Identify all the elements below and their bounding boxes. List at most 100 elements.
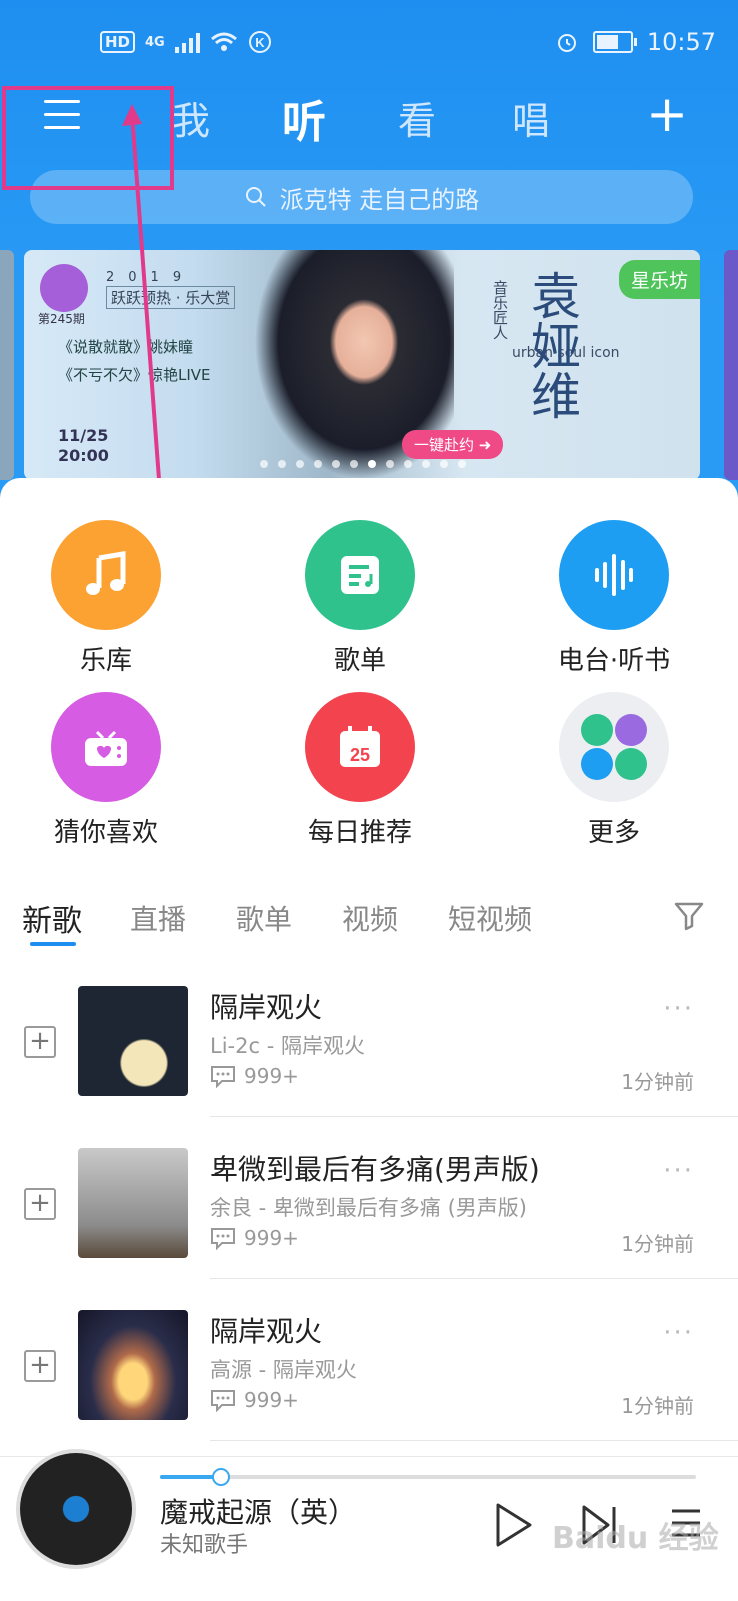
k-circle-icon: K bbox=[248, 31, 271, 53]
grid-label: 更多 bbox=[587, 818, 640, 848]
carousel-dot[interactable] bbox=[278, 460, 286, 468]
banner-cta-button[interactable]: 一键赴约 ➜ bbox=[402, 430, 504, 459]
comment-icon bbox=[211, 1066, 235, 1088]
progress-bar[interactable] bbox=[160, 1468, 696, 1486]
divider bbox=[210, 1116, 738, 1117]
song-artist: Li-2c - 隔岸观火 bbox=[210, 1034, 365, 1058]
grid-label: 歌单 bbox=[333, 646, 386, 676]
now-playing-title: 魔戒起源（英） bbox=[160, 1496, 357, 1529]
grid-daily-recommend[interactable]: 25 每日推荐 bbox=[260, 692, 460, 849]
grid-radio-audiobook[interactable]: 电台·听书 bbox=[514, 520, 714, 677]
comment-count-text: 999+ bbox=[244, 1388, 299, 1412]
more-options-icon[interactable]: ··· bbox=[663, 994, 694, 1024]
song-time: 1分钟前 bbox=[621, 1394, 694, 1418]
song-artist: 高源 - 隔岸观火 bbox=[210, 1358, 357, 1382]
song-time: 1分钟前 bbox=[621, 1232, 694, 1256]
carousel-dot[interactable] bbox=[440, 460, 448, 468]
banner-date-day: 11/25 bbox=[58, 426, 109, 445]
more-options-icon[interactable]: ··· bbox=[663, 1156, 694, 1186]
comment-count[interactable]: 999+ bbox=[210, 1064, 299, 1088]
song-title: 隔岸观火 bbox=[210, 1315, 323, 1348]
tab-sing[interactable]: 唱 bbox=[512, 90, 550, 145]
add-button[interactable]: + bbox=[24, 1350, 56, 1382]
network-label: 4G bbox=[145, 34, 165, 50]
grid-playlist[interactable]: 歌单 bbox=[260, 520, 460, 677]
banner-prev-peek[interactable] bbox=[0, 250, 14, 480]
tab-listen[interactable]: 听 bbox=[282, 86, 326, 150]
carousel-dot[interactable] bbox=[332, 460, 340, 468]
album-cover bbox=[78, 1310, 188, 1420]
carousel-dot[interactable] bbox=[422, 460, 430, 468]
album-cover bbox=[78, 1148, 188, 1258]
annotation-arrow bbox=[122, 104, 164, 521]
carousel-dot[interactable] bbox=[296, 460, 304, 468]
search-placeholder: 派克特 走自己的路 bbox=[279, 185, 480, 214]
mini-player[interactable]: 魔戒起源（英） 未知歌手 Baidu 经验 bbox=[0, 1453, 738, 1601]
carousel-dot[interactable] bbox=[404, 460, 412, 468]
now-playing-artist: 未知歌手 bbox=[160, 1533, 249, 1558]
status-bar: HD 4G K 10:57 bbox=[0, 26, 738, 66]
clock: 10:57 bbox=[646, 28, 716, 56]
tab-playlists[interactable]: 歌单 bbox=[236, 898, 292, 938]
carousel-dot[interactable] bbox=[260, 460, 268, 468]
carousel-dot[interactable] bbox=[458, 460, 466, 468]
tab-new-songs[interactable]: 新歌 bbox=[22, 896, 82, 940]
play-icon[interactable] bbox=[494, 1501, 534, 1549]
filter-icon[interactable] bbox=[672, 898, 706, 932]
add-button[interactable]: + bbox=[24, 1026, 56, 1058]
list-item[interactable]: + 隔岸观火 高源 - 隔岸观火 999+ ··· 1分钟前 bbox=[0, 1310, 738, 1450]
comment-icon bbox=[211, 1228, 235, 1250]
carousel-dot[interactable] bbox=[386, 460, 394, 468]
progress-knob[interactable] bbox=[212, 1468, 230, 1486]
album-disc[interactable] bbox=[20, 1453, 132, 1565]
comment-count[interactable]: 999+ bbox=[210, 1388, 299, 1412]
playlist-icon bbox=[305, 520, 415, 630]
grid-music-library[interactable]: 乐库 bbox=[6, 520, 206, 677]
banner-date: 11/25 20:00 bbox=[58, 426, 109, 466]
progress-fill bbox=[160, 1475, 219, 1479]
carousel-dot[interactable] bbox=[350, 460, 358, 468]
more-apps-icon bbox=[559, 692, 669, 802]
search-icon bbox=[245, 187, 266, 207]
music-note-icon bbox=[51, 520, 161, 630]
list-item[interactable]: + 卑微到最后有多痛(男声版) 余良 - 卑微到最后有多痛 (男声版) 999+… bbox=[0, 1148, 738, 1288]
banner-next-peek[interactable] bbox=[724, 250, 738, 480]
wifi-icon bbox=[210, 32, 237, 51]
carousel-dots bbox=[260, 460, 466, 468]
add-button[interactable]: + bbox=[24, 1188, 56, 1220]
soundwave-icon bbox=[559, 520, 669, 630]
carousel-dot[interactable] bbox=[368, 460, 376, 468]
tab-watch[interactable]: 看 bbox=[398, 90, 436, 145]
banner-tag: 星乐坊 bbox=[618, 260, 700, 299]
grid-label: 每日推荐 bbox=[307, 818, 412, 848]
signal-icon bbox=[174, 31, 200, 53]
grid-more[interactable]: 更多 bbox=[514, 692, 714, 849]
svg-text:K: K bbox=[255, 35, 265, 50]
comment-count[interactable]: 999+ bbox=[210, 1226, 299, 1250]
calendar-icon: 25 bbox=[305, 692, 415, 802]
tab-videos[interactable]: 视频 bbox=[342, 898, 398, 938]
comment-icon bbox=[211, 1390, 235, 1412]
content-tabs: 新歌 直播 歌单 视频 短视频 bbox=[22, 896, 716, 956]
banner-artist: 袁娅维 bbox=[523, 270, 581, 420]
list-item[interactable]: + 隔岸观火 Li-2c - 隔岸观火 999+ ··· 1分钟前 bbox=[0, 986, 738, 1126]
song-time: 1分钟前 bbox=[621, 1070, 694, 1094]
carousel-dot[interactable] bbox=[314, 460, 322, 468]
grid-label: 猜你喜欢 bbox=[53, 818, 158, 848]
song-title: 卑微到最后有多痛(男声版) bbox=[210, 1153, 540, 1186]
tab-short-videos[interactable]: 短视频 bbox=[448, 898, 532, 938]
plus-button[interactable]: + bbox=[646, 89, 688, 139]
grid-guess-you-like[interactable]: 猜你喜欢 bbox=[6, 692, 206, 849]
alarm-icon bbox=[557, 34, 576, 52]
more-options-icon[interactable]: ··· bbox=[663, 1318, 694, 1348]
watermark: Baidu 经验 bbox=[552, 1521, 719, 1556]
tab-live[interactable]: 直播 bbox=[130, 898, 186, 938]
comment-count-text: 999+ bbox=[244, 1226, 299, 1250]
song-title: 隔岸观火 bbox=[210, 991, 323, 1024]
active-tab-indicator bbox=[30, 942, 76, 946]
hd-badge: HD bbox=[100, 31, 136, 53]
battery-icon bbox=[592, 31, 637, 53]
show-logo bbox=[40, 264, 88, 312]
calendar-day: 25 bbox=[350, 745, 370, 765]
comment-count-text: 999+ bbox=[244, 1064, 299, 1088]
